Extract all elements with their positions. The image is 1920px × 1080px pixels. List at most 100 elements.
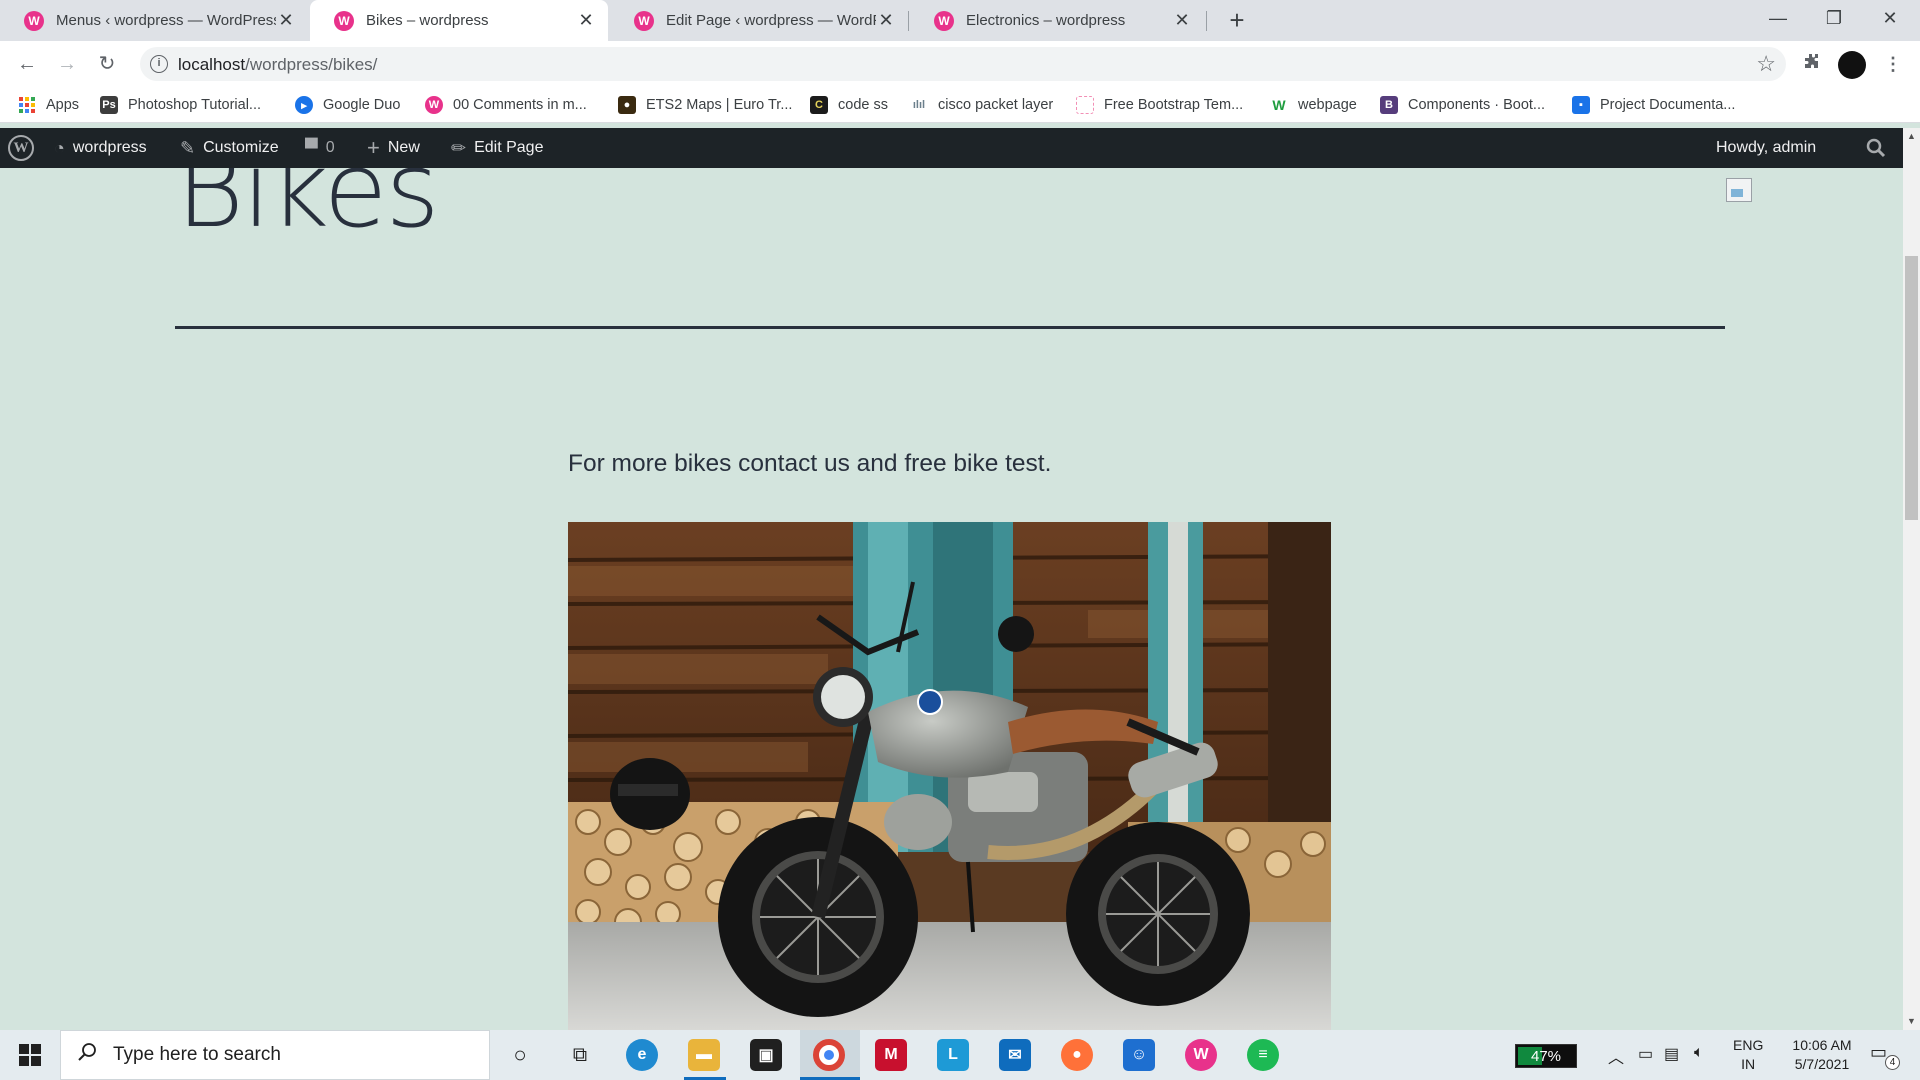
edit-page-label: Edit Page [474,139,544,156]
show-hidden-icons-chevron-icon[interactable]: ︿ [1608,1044,1624,1068]
extensions-icon[interactable] [1797,49,1827,79]
bookmark-free-bootstrap[interactable]: Free Bootstrap Tem... [1076,95,1243,115]
bookmark-apps[interactable]: Apps [18,95,79,115]
plus-icon: + [367,135,380,160]
messenger-app-icon[interactable]: ☺ [1123,1039,1155,1071]
tab-electronics[interactable]: W Electronics – wordpress ✕ [910,0,1204,41]
minimize-icon[interactable]: — [1750,0,1806,36]
battery-indicator[interactable]: 47% [1515,1044,1577,1068]
bookmark-label: Photoshop Tutorial... [128,97,261,113]
paintbrush-icon: ✎ [180,137,196,158]
tab-bikes[interactable]: W Bikes – wordpress ✕ [310,0,608,41]
restore-icon[interactable]: ❐ [1806,0,1862,36]
tab-title: Edit Page ‹ wordpress — WordPress [666,12,876,29]
microsoft-store-icon[interactable]: ▣ [750,1039,782,1071]
task-view-icon[interactable]: ⧉ [564,1039,596,1071]
mail-icon[interactable]: ✉ [999,1039,1031,1071]
chrome-browser-icon[interactable] [813,1039,845,1071]
tab-separator [1206,11,1207,31]
new-content-link[interactable]: + New [367,128,420,168]
close-tab-icon[interactable]: ✕ [276,10,296,31]
clock[interactable]: 10:06 AM 5/7/2021 [1772,1036,1872,1074]
file-explorer-icon[interactable]: ▬ [688,1039,720,1071]
scrollbar-thumb[interactable] [1905,256,1918,520]
url-text[interactable]: localhost/wordpress/bikes/ [178,55,377,75]
close-tab-icon[interactable]: ✕ [1172,10,1192,31]
language-code: ENG [1733,1037,1764,1053]
wordpress-logo-button[interactable]: W [8,128,34,168]
bookmark-project-docs[interactable]: ▪ Project Documenta... [1572,95,1735,115]
mcafee-icon[interactable]: M [875,1039,907,1071]
clock-time: 10:06 AM [1792,1037,1852,1053]
customize-link[interactable]: ✎ Customize [180,128,279,168]
profile-avatar[interactable] [1838,51,1866,79]
bookmark-label: cisco packet layer [938,97,1054,113]
windows-taskbar: Type here to search ○ ⧉ e ▬ ▣ M L ✉ ● ☺ … [0,1030,1920,1080]
action-center-icon[interactable]: ▭ 4 [1870,1042,1900,1070]
comments-link[interactable]: ▀ 0 [305,128,335,168]
wampserver-icon: W [934,10,954,31]
admin-search-icon[interactable] [1866,128,1886,168]
bookmark-code-ss[interactable]: C code ss [810,95,888,115]
bookmark-photoshop[interactable]: Ps Photoshop Tutorial... [100,95,261,115]
bookmark-label: Project Documenta... [1600,97,1736,113]
url-host: localhost [178,55,246,74]
menu-kebab-icon[interactable]: ⋮ [1878,49,1908,79]
close-tab-icon[interactable]: ✕ [576,10,596,31]
notification-count-badge: 4 [1885,1055,1900,1070]
tab-title: Electronics – wordpress [966,12,1126,29]
power-battery-icon[interactable]: ▤ [1664,1044,1679,1064]
bookmark-comments[interactable]: W 00 Comments in m... [425,95,587,115]
firefox-icon[interactable]: ● [1061,1039,1093,1071]
close-tab-icon[interactable]: ✕ [876,10,896,31]
scroll-up-arrow-icon[interactable]: ▲ [1903,128,1920,145]
bookmark-star-icon[interactable]: ☆ [1756,51,1776,77]
edit-page-link[interactable]: ✏ Edit Page [451,128,543,168]
title-separator [175,326,1725,329]
address-bar[interactable]: i localhost/wordpress/bikes/ ☆ [140,47,1786,81]
bookmark-cisco[interactable]: ılıl cisco packet layer [910,95,1053,115]
spotify-icon[interactable]: ≡ [1247,1039,1279,1071]
l-app-icon[interactable]: L [937,1039,969,1071]
start-button[interactable] [0,1030,60,1080]
meet-now-icon[interactable]: ▭ [1638,1044,1653,1064]
tab-edit-page[interactable]: W Edit Page ‹ wordpress — WordPress ✕ [610,0,908,41]
cortana-icon[interactable]: ○ [504,1039,536,1071]
bookmark-components-bootstrap[interactable]: B Components · Boot... [1380,95,1545,115]
cisco-icon: ılıl [912,99,926,111]
taskbar-search-box[interactable]: Type here to search [60,1030,490,1080]
edge-browser-icon[interactable]: e [626,1039,658,1071]
back-arrow-icon[interactable]: ← [12,49,42,79]
motorcycle-photo [568,522,1331,1030]
wampserver-icon: W [425,96,443,114]
site-info-icon[interactable]: i [150,55,168,73]
bookmark-webpage[interactable]: W webpage [1270,95,1357,115]
reload-icon[interactable]: ↻ [92,49,122,79]
my-account-link[interactable]: Howdy, admin [1716,128,1816,168]
region-code: IN [1741,1056,1756,1072]
codess-icon: C [810,96,828,114]
tab-title: Menus ‹ wordpress — WordPress [56,12,276,29]
customize-label: Customize [203,139,279,156]
site-name-link[interactable]: ◔ wordpress [54,128,147,168]
browser-toolbar: ← → ↻ i localhost/wordpress/bikes/ ☆ ⋮ [0,41,1920,87]
bootstrap-icon: B [1380,96,1398,114]
bookmark-ets2-maps[interactable]: ● ETS2 Maps | Euro Tr... [618,95,792,115]
volume-icon[interactable]: 🔈︎ [1694,1044,1704,1062]
wordpress-logo-icon: W [8,135,34,161]
tab-menus[interactable]: W Menus ‹ wordpress — WordPress ✕ [0,0,308,41]
scroll-down-arrow-icon[interactable]: ▼ [1903,1013,1920,1030]
bookmark-label: Google Duo [323,97,401,113]
tab-separator [908,11,909,31]
wampserver-icon[interactable]: W [1185,1039,1217,1071]
howdy-label: Howdy, admin [1716,139,1817,156]
search-icon [77,1042,97,1068]
language-indicator[interactable]: ENG IN [1733,1036,1763,1074]
comments-count: 0 [325,139,335,156]
close-window-icon[interactable]: ✕ [1862,0,1918,36]
new-tab-icon[interactable]: + [1222,5,1252,35]
bookmark-label: webpage [1298,97,1357,113]
forward-arrow-icon[interactable]: → [52,49,82,79]
bookmark-google-duo[interactable]: ▸ Google Duo [295,95,400,115]
broken-image-icon [1726,178,1752,202]
